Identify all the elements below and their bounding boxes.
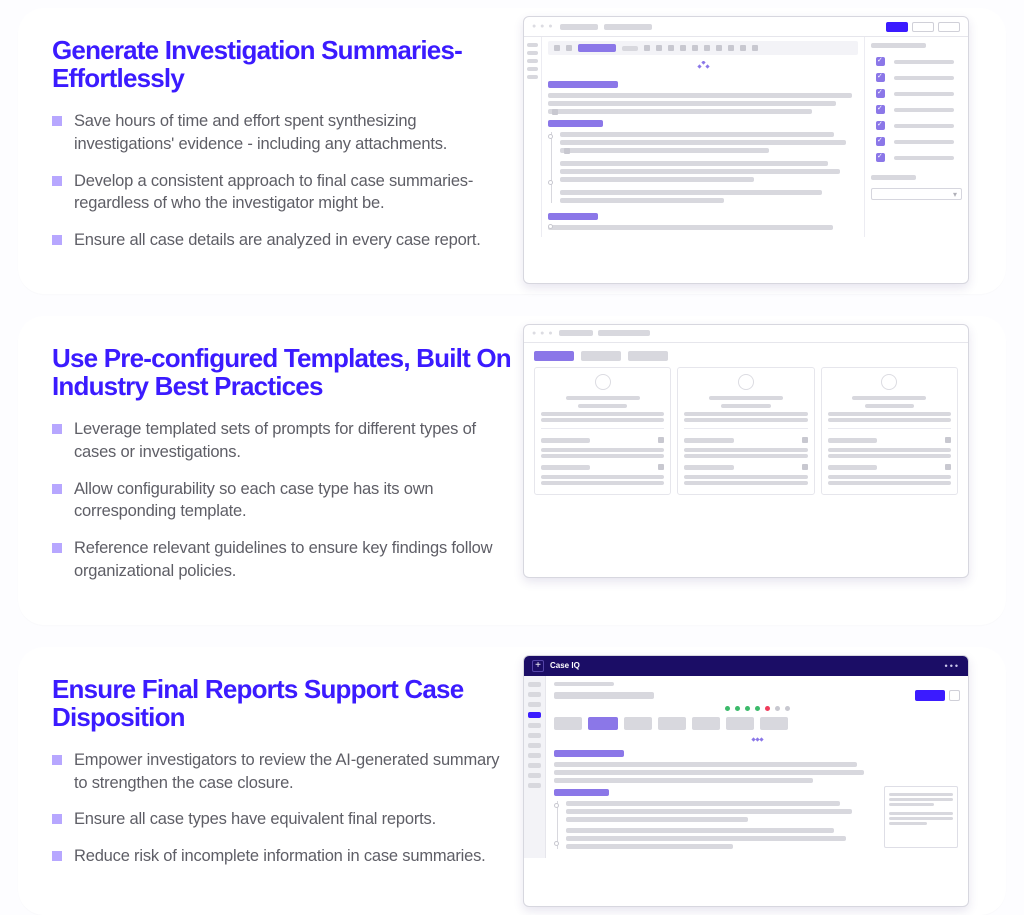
checkbox-icon [876, 121, 885, 130]
toolbar [548, 41, 858, 55]
checkbox-icon [876, 89, 885, 98]
checklist-panel [864, 37, 968, 237]
checkbox-icon [876, 153, 885, 162]
illustration-column [523, 316, 1006, 586]
copy-icon [658, 437, 664, 443]
tab [581, 351, 621, 361]
bullet-item: Empower investigators to review the AI-g… [52, 749, 513, 795]
copy-icon [945, 437, 951, 443]
more-icon: ••• [945, 661, 960, 671]
primary-button [886, 22, 908, 32]
bullet-item: Reduce risk of incomplete information in… [52, 845, 513, 868]
template-card [821, 367, 958, 495]
feature-section-2: Use Pre-configured Templates, Built On I… [18, 316, 1006, 625]
bullet-item: Allow configurability so each case type … [52, 478, 513, 524]
checkbox-icon [876, 137, 885, 146]
secondary-button [938, 22, 960, 32]
mockup-editor [523, 16, 969, 284]
secondary-button [912, 22, 934, 32]
tab [628, 351, 668, 361]
tab-active [588, 717, 618, 730]
nav-active [528, 712, 541, 718]
tab-row [524, 343, 968, 367]
text-column: Use Pre-configured Templates, Built On I… [18, 316, 523, 625]
tab-active [534, 351, 574, 361]
copy-icon [945, 464, 951, 470]
text-column: Generate Investigation Summaries- Effort… [18, 8, 523, 294]
side-nav [524, 676, 546, 858]
template-card [534, 367, 671, 495]
bullet-list: Leverage templated sets of prompts for d… [52, 418, 513, 583]
app-titlebar: + Case IQ ••• [524, 656, 968, 676]
section-title: Ensure Final Reports Support Case Dispos… [52, 675, 513, 731]
sparkle-icon [696, 61, 710, 75]
preview-thumbnail [884, 786, 958, 848]
feature-section-3: Ensure Final Reports Support Case Dispos… [18, 647, 1006, 915]
mockup-case-app: + Case IQ ••• [523, 655, 969, 907]
checkbox-icon [876, 57, 885, 66]
section-title: Generate Investigation Summaries- Effort… [52, 36, 513, 92]
copy-icon [802, 437, 808, 443]
window-dots-icon [532, 330, 554, 337]
bullet-item: Ensure all case types have equivalent fi… [52, 808, 513, 831]
window-dots-icon [532, 23, 554, 30]
sub-tabs [554, 717, 960, 730]
text-column: Ensure Final Reports Support Case Dispos… [18, 647, 523, 910]
template-card [677, 367, 814, 495]
bullet-item: Develop a consistent approach to final c… [52, 170, 513, 216]
illustration-column: + Case IQ ••• [523, 647, 1006, 915]
avatar-placeholder-icon [738, 374, 754, 390]
redo-icon [566, 45, 572, 51]
progress-steps [554, 706, 960, 711]
section-title: Use Pre-configured Templates, Built On I… [52, 344, 513, 400]
copy-icon [802, 464, 808, 470]
bullet-item: Ensure all case details are analyzed in … [52, 229, 513, 252]
avatar-placeholder-icon [881, 374, 897, 390]
undo-icon [554, 45, 560, 51]
copy-icon [658, 464, 664, 470]
bullet-list: Empower investigators to review the AI-g… [52, 749, 513, 868]
icon-button [949, 690, 960, 701]
checkbox-icon [876, 105, 885, 114]
sparkle-icon [554, 736, 960, 744]
plus-icon: + [532, 660, 544, 672]
bullet-item: Reference relevant guidelines to ensure … [52, 537, 513, 583]
bullet-item: Leverage templated sets of prompts for d… [52, 418, 513, 464]
feature-section-1: Generate Investigation Summaries- Effort… [18, 8, 1006, 294]
avatar-placeholder-icon [595, 374, 611, 390]
app-name: Case IQ [550, 661, 580, 670]
action-button [915, 690, 945, 701]
checkbox-icon [876, 73, 885, 82]
bullet-item: Save hours of time and effort spent synt… [52, 110, 513, 156]
illustration-column [523, 8, 1006, 292]
dropdown [871, 188, 962, 200]
bullet-list: Save hours of time and effort spent synt… [52, 110, 513, 252]
mockup-templates [523, 324, 969, 578]
